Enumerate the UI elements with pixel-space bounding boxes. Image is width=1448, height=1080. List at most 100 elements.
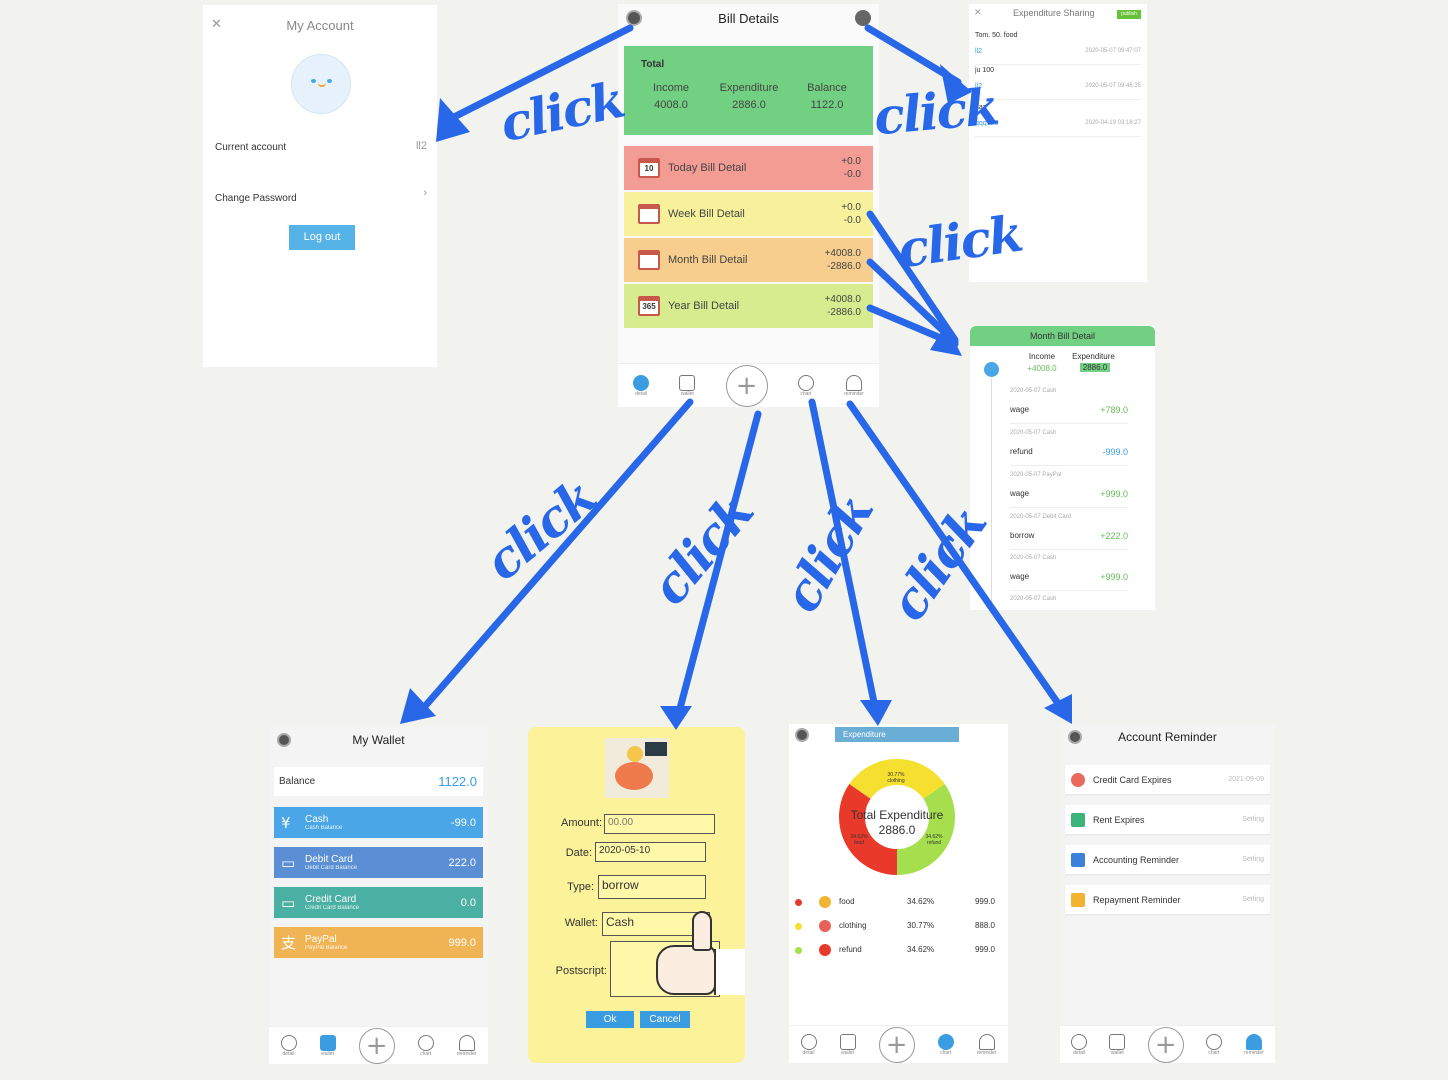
calendar-icon: 10 [638, 158, 660, 178]
card-icon [1071, 892, 1085, 907]
tab-detail[interactable]: detail [280, 1034, 297, 1057]
page-title: Bill Details [718, 11, 779, 26]
postscript-label: Postscript: [555, 965, 607, 977]
add-bill-button[interactable]: + [358, 1027, 395, 1064]
detail-icon [280, 1034, 297, 1051]
month-bill-row[interactable]: Month Bill Detail +4008.0 -2886.0 [624, 238, 873, 282]
week-minus: -0.0 [843, 215, 861, 226]
cancel-button[interactable]: Cancel [640, 1011, 690, 1028]
detail-icon [633, 374, 650, 391]
reminder-rent[interactable]: Rent Expires Setting [1065, 805, 1270, 834]
logout-button[interactable]: Log out [289, 225, 355, 250]
balance-row: Balance 1122.0 [274, 767, 483, 796]
list-item[interactable]: 2020-05-07 Debit Card borrow +222.0 [1010, 514, 1128, 550]
year-plus: +4008.0 [824, 294, 861, 305]
date-input[interactable]: 2020-05-10 [595, 842, 706, 862]
my-wallet-screen: My Wallet Balance 1122.0 ¥ Cash Cash Bala… [269, 727, 488, 1064]
change-password-row[interactable]: Change Password › [215, 187, 427, 204]
page-title: My Account [286, 18, 354, 33]
tab-detail[interactable]: detail [633, 374, 650, 397]
expenditure-label: Expenditure [719, 82, 779, 94]
legend-dot [795, 923, 802, 930]
ok-button[interactable]: Ok [586, 1011, 634, 1028]
click-annotation: click [639, 483, 765, 616]
reminder-repayment[interactable]: Repayment Reminder Setting [1065, 885, 1270, 914]
avatar[interactable] [291, 54, 351, 114]
reminder-accounting[interactable]: Accounting Reminder Setting [1065, 845, 1270, 874]
face-icon [311, 79, 333, 89]
bill-details-screen: Bill Details Total Income Expenditure Ba… [618, 4, 879, 407]
click-annotation: click [473, 467, 607, 592]
list-item[interactable]: 2020-05-07 Cash wage +999.0 [1010, 555, 1128, 591]
amount-input[interactable]: 00.00 [604, 814, 715, 834]
legend-dot [795, 947, 802, 954]
list-item[interactable]: 2020-05-07 Cash refund -999.0 [1010, 430, 1128, 466]
wallet-cash[interactable]: ¥ Cash Cash Balance -99.0 [274, 807, 483, 838]
expenditure-value: 2886.0 [1080, 363, 1110, 372]
tab-chart[interactable]: chart [1205, 1033, 1222, 1056]
month-bill-label: Month Bill Detail [668, 254, 748, 266]
share-item[interactable]: ju 100 ll2 2020-05-07 09:46:35 [975, 67, 1141, 100]
my-account-screen: ✕ My Account Current account ll2 Change … [203, 5, 437, 367]
income-label: Income [1028, 352, 1056, 361]
tab-chart[interactable]: chart [937, 1033, 954, 1056]
paypal-icon: 支 [281, 934, 297, 952]
tab-wallet[interactable]: wallet [1109, 1033, 1126, 1056]
tab-wallet[interactable]: wallet [839, 1033, 856, 1056]
add-bill-button[interactable]: + [878, 1026, 915, 1063]
tab-detail[interactable]: detail [800, 1033, 817, 1056]
tab-chart[interactable]: chart [797, 374, 814, 397]
edit-icon [1071, 852, 1085, 867]
chart-icon [417, 1034, 434, 1051]
center-title: Total Expenditure [850, 808, 944, 822]
tab-detail[interactable]: detail [1071, 1033, 1088, 1056]
page-title: Month Bill Detail [970, 326, 1155, 346]
tab-wallet[interactable]: wallet [679, 374, 696, 397]
wallet-credit-card[interactable]: ▭ Credit Card Credit Card Balance 0.0 [274, 887, 483, 918]
wallet-paypal[interactable]: 支 PayPal PayPal Balance 999.0 [274, 927, 483, 958]
chevron-right-icon: › [423, 187, 427, 199]
balance-value: 1122.0 [810, 99, 844, 111]
today-bill-row[interactable]: 10 Today Bill Detail +0.0 -0.0 [624, 146, 873, 190]
tab-reminder[interactable]: reminder [844, 374, 864, 397]
income-value: +4008.0 [1027, 364, 1057, 373]
share-item[interactable]: Tom. 50. food ll2 2020-05-07 09:47:07 [975, 32, 1141, 65]
wallet-debit-card[interactable]: ▭ Debit Card Debit Card Balance 222.0 [274, 847, 483, 878]
add-bill-button[interactable]: + [725, 364, 768, 407]
tab-wallet[interactable]: wallet [319, 1034, 336, 1057]
arrow-to-wallet [416, 398, 694, 716]
legend-row[interactable]: food 34.62% 999.0 [795, 896, 1001, 910]
wallet-icon [319, 1034, 336, 1051]
amount-label: Amount: [561, 817, 602, 829]
page-title: Account Reminder [1118, 730, 1217, 744]
type-select[interactable]: borrow [598, 875, 706, 899]
click-annotation: click [495, 69, 629, 154]
week-bill-row[interactable]: Week Bill Detail +0.0 -0.0 [624, 192, 873, 236]
current-account-label: Current account [215, 142, 287, 153]
arrow-to-sharing [864, 24, 962, 86]
tab-expenditure[interactable]: Expenditure [835, 727, 959, 742]
list-item[interactable]: 2020-05-07 Cash [1010, 596, 1128, 610]
arrowhead [860, 700, 892, 726]
arrow-to-month [866, 304, 959, 348]
card-icon: ▭ [281, 893, 296, 912]
publish-badge[interactable]: publish [1117, 10, 1141, 19]
year-bill-row[interactable]: 365 Year Bill Detail +4008.0 -2886.0 [624, 284, 873, 328]
tab-reminder[interactable]: reminder [977, 1033, 996, 1056]
share-icon[interactable] [855, 10, 871, 26]
add-bill-button[interactable]: + [1147, 1026, 1184, 1063]
reminder-credit-card[interactable]: Credit Card Expires 2021-09-09 [1065, 765, 1270, 794]
bell-icon [978, 1033, 995, 1050]
legend-row[interactable]: refund 34.62% 999.0 [795, 944, 1001, 958]
close-icon[interactable]: ✕ [974, 8, 982, 18]
account-icon[interactable] [795, 728, 809, 742]
legend-row[interactable]: clothing 30.77% 888.0 [795, 920, 1001, 934]
list-item[interactable]: 2020-05-07 PayPal wage +999.0 [1010, 472, 1128, 508]
food-icon [819, 896, 831, 908]
today-minus: -0.0 [843, 169, 861, 180]
timeline-line [991, 378, 992, 610]
tab-chart[interactable]: chart [417, 1034, 434, 1057]
list-item[interactable]: 2020-05-07 Cash wage +789.0 [1010, 388, 1128, 424]
tab-reminder[interactable]: reminder [457, 1034, 476, 1057]
tab-reminder[interactable]: reminder [1244, 1033, 1264, 1056]
